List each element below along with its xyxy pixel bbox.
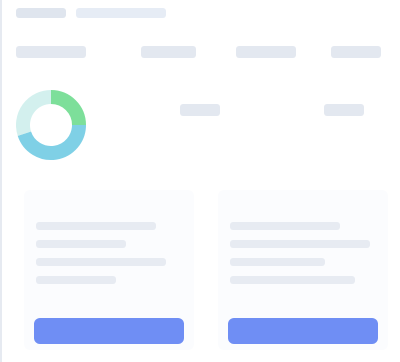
card-line [36, 222, 156, 230]
card-line [36, 240, 126, 248]
donut-segment [50, 90, 86, 126]
donut-segment [16, 90, 52, 136]
donut-segment [17, 124, 86, 160]
primary-button[interactable] [34, 318, 184, 344]
card-line [36, 276, 116, 284]
column-header [236, 46, 296, 58]
primary-button[interactable] [228, 318, 378, 344]
table-header [16, 36, 386, 76]
column-header [141, 46, 196, 58]
card-line [230, 258, 325, 266]
card-line [230, 222, 340, 230]
card-line [36, 258, 166, 266]
card-title [36, 200, 182, 212]
donut-segments [16, 90, 86, 160]
breadcrumb [16, 6, 166, 20]
card-title [230, 200, 376, 212]
donut-chart [16, 90, 86, 160]
metric-value [180, 104, 220, 116]
breadcrumb-item[interactable] [76, 8, 166, 18]
card-line [230, 240, 370, 248]
column-header [331, 46, 381, 58]
breadcrumb-item[interactable] [16, 8, 66, 18]
app-window [0, 0, 400, 362]
column-header [16, 46, 86, 58]
plan-card [24, 190, 194, 350]
card-line [230, 276, 355, 284]
plan-card [218, 190, 388, 350]
metric-value [324, 104, 364, 116]
